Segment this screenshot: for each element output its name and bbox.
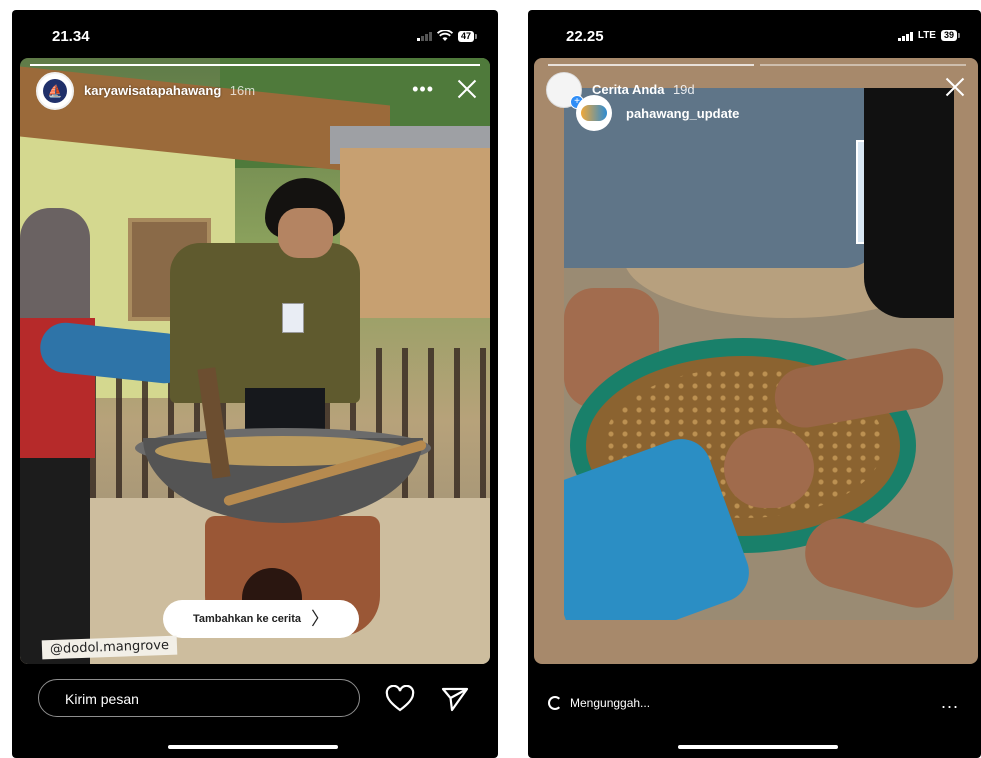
status-icons: LTE 39 <box>898 30 961 41</box>
story-username[interactable]: karyawisatapahawang <box>84 83 221 98</box>
scene-id-card <box>282 303 304 333</box>
wifi-icon <box>436 30 453 41</box>
cellular-signal-icon <box>898 31 913 41</box>
more-dots-icon[interactable]: ••• <box>412 80 434 98</box>
status-icons: 47 <box>417 30 478 42</box>
reposted-photo[interactable] <box>564 88 954 620</box>
scene-hair <box>864 88 954 318</box>
story-header[interactable]: ⛵ karyawisatapahawang 16m <box>36 72 255 110</box>
reposted-username[interactable]: pahawang_update <box>626 106 739 121</box>
cellular-signal-icon <box>417 31 432 41</box>
more-dots-icon[interactable]: ... <box>941 692 959 713</box>
scene-person-legs <box>20 458 90 664</box>
scene-man-face <box>278 208 333 258</box>
chevron-right-icon: 〉 <box>311 609 329 629</box>
battery-icon: 39 <box>940 30 961 41</box>
scene-hand <box>724 428 814 508</box>
story-content[interactable]: ⛵ karyawisatapahawang 16m ••• Tambahkan … <box>20 58 490 664</box>
story-progress-bar <box>548 64 754 66</box>
battery-icon: 47 <box>457 30 478 42</box>
send-icon[interactable] <box>440 685 470 713</box>
heart-icon[interactable] <box>385 685 415 713</box>
add-to-story-button[interactable]: Tambahkan ke cerita 〉 <box>163 600 359 638</box>
close-icon[interactable] <box>944 76 966 98</box>
story-content[interactable]: Cerita Anda 19d pahawang_update <box>534 58 978 664</box>
home-indicator[interactable] <box>168 745 338 749</box>
story-progress-bar <box>760 64 966 66</box>
loading-spinner-icon <box>548 696 562 710</box>
sailboat-icon: ⛵ <box>43 79 67 103</box>
avatar[interactable]: ⛵ <box>36 72 74 110</box>
status-time: 22.25 <box>566 28 604 45</box>
upload-status: Mengunggah... <box>548 696 650 710</box>
logo-icon <box>581 105 607 121</box>
scene-hut <box>340 148 490 318</box>
home-indicator[interactable] <box>678 745 838 749</box>
status-time: 21.34 <box>52 28 90 45</box>
reposted-account[interactable]: pahawang_update <box>576 95 739 131</box>
upload-status-label: Mengunggah... <box>570 696 651 710</box>
story-header-actions: ••• <box>412 78 478 100</box>
close-icon[interactable] <box>456 78 478 100</box>
story-viewer-left: 21.34 47 ⛵ karyawisatapahawang 16m ••• T… <box>12 10 498 758</box>
story-progress-bar <box>30 64 480 66</box>
story-viewer-right: 22.25 LTE 39 Cerita Anda <box>528 10 981 758</box>
story-time: 16m <box>229 83 256 98</box>
add-to-story-label: Tambahkan ke cerita <box>192 613 301 625</box>
reposted-avatar[interactable] <box>576 95 612 131</box>
network-type: LTE <box>917 30 936 41</box>
message-input[interactable]: Kirim pesan <box>38 679 360 717</box>
